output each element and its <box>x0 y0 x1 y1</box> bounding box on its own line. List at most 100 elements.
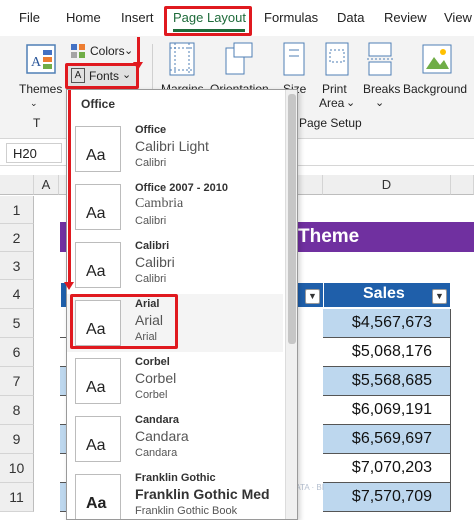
select-all-corner[interactable] <box>0 175 34 195</box>
font-option-name: Candara <box>135 414 180 426</box>
font-preview-thumbnail: Aa <box>75 242 121 288</box>
background-icon <box>422 44 452 74</box>
colors-label: Colors <box>90 44 125 58</box>
font-option-office[interactable]: Aa Office Calibri Light Calibri <box>67 120 283 178</box>
row-header[interactable]: 8 <box>0 396 34 425</box>
sales-cell[interactable]: $5,568,685 <box>323 367 451 396</box>
sales-cell[interactable]: $7,570,709 <box>323 483 451 512</box>
row-header[interactable]: 6 <box>0 338 34 367</box>
print-label: Print <box>322 82 347 96</box>
font-option-body-font: Candara <box>135 447 178 459</box>
font-option-heading-font: Franklin Gothic Med <box>135 486 270 502</box>
font-option-calibri[interactable]: Aa Calibri Calibri Calibri <box>67 236 283 294</box>
print-area-chevron-icon: ⌄ <box>346 97 356 109</box>
themes-group-label-fragment: T <box>33 116 41 130</box>
svg-text:A: A <box>31 55 42 70</box>
tab-review[interactable]: Review <box>384 10 427 25</box>
breaks-icon <box>367 42 393 76</box>
tab-formulas[interactable]: Formulas <box>264 10 318 25</box>
sales-cell[interactable]: $7,070,203 <box>323 454 451 483</box>
row-header[interactable]: 10 <box>0 454 34 483</box>
page-setup-group-label: Page Setup <box>299 116 362 130</box>
row-header[interactable]: 1 <box>0 196 34 224</box>
column-header-a[interactable]: A <box>34 175 59 195</box>
themes-icon: A <box>26 44 56 74</box>
size-icon <box>283 42 305 76</box>
title-text: Theme <box>298 226 360 247</box>
sales-value: $7,070,203 <box>351 459 432 476</box>
font-option-body-font: Calibri <box>135 215 167 227</box>
annotation-arrowhead-icon <box>64 282 74 290</box>
font-option-name: Corbel <box>135 356 170 368</box>
fonts-highlight-box <box>65 63 139 89</box>
font-option-body-font: Corbel <box>135 389 168 401</box>
font-option-name: Franklin Gothic <box>135 472 216 484</box>
font-preview-thumbnail: Aa <box>75 474 121 519</box>
font-option-name: Office <box>135 124 167 136</box>
column-header-e[interactable] <box>451 175 474 195</box>
sales-cell[interactable]: $6,569,697 <box>323 425 451 454</box>
sales-value: $7,570,709 <box>351 488 432 505</box>
font-option-franklin-gothic[interactable]: Aa Franklin Gothic Franklin Gothic Med F… <box>67 468 283 519</box>
row-header[interactable]: 2 <box>0 224 34 252</box>
tab-data[interactable]: Data <box>337 10 364 25</box>
font-option-candara[interactable]: Aa Candara Candara Candara <box>67 410 283 468</box>
colors-button[interactable]: Colors ⌄ <box>68 42 134 62</box>
breaks-label: Breaks <box>363 82 401 96</box>
tab-view[interactable]: View <box>444 10 472 25</box>
print-area-icon <box>325 42 349 76</box>
breaks-button[interactable]: Breaks ⌄ <box>360 40 400 112</box>
tab-home[interactable]: Home <box>66 10 101 25</box>
tab-insert[interactable]: Insert <box>121 10 154 25</box>
background-label: Background <box>403 82 468 96</box>
font-option-heading-font: Calibri <box>135 254 175 270</box>
font-option-body-font: Franklin Gothic Book <box>135 505 238 517</box>
area-label: Area <box>319 96 345 110</box>
font-option-name: Calibri <box>135 240 170 252</box>
filter-dropdown-icon[interactable]: ▼ <box>305 289 320 304</box>
row-header[interactable]: 3 <box>0 252 34 280</box>
sales-value: $5,068,176 <box>351 343 432 360</box>
themes-dropdown-icon[interactable]: ⌄ <box>30 98 38 109</box>
font-option-name: Office 2007 - 2010 <box>135 182 228 194</box>
font-option-body-font: Calibri <box>135 273 167 285</box>
font-preview-thumbnail: Aa <box>75 416 121 462</box>
arial-highlight-box <box>70 294 178 349</box>
font-preview-thumbnail: Aa <box>75 358 121 404</box>
sales-cell[interactable]: $5,068,176 <box>323 338 451 367</box>
font-option-corbel[interactable]: Aa Corbel Corbel Corbel <box>67 352 283 410</box>
orientation-icon <box>225 42 253 75</box>
sales-value: $6,569,697 <box>351 430 432 447</box>
row-header[interactable]: 4 <box>0 280 34 309</box>
print-area-button[interactable]: Print Area ⌄ <box>316 40 358 112</box>
sales-cell[interactable]: $6,069,191 <box>323 396 451 425</box>
scrollbar-thumb[interactable] <box>288 94 296 344</box>
panel-section-heading: Office <box>81 97 116 111</box>
font-preview-thumbnail: Aa <box>75 184 121 230</box>
sales-value: $6,069,191 <box>351 401 432 418</box>
sales-header-text: Sales <box>363 285 405 302</box>
font-option-body-font: Calibri <box>135 157 167 169</box>
row-header[interactable]: 11 <box>0 483 34 512</box>
column-header-d[interactable]: D <box>323 175 451 195</box>
font-option-office-2007-2010[interactable]: Aa Office 2007 - 2010 Cambria Calibri <box>67 178 283 236</box>
page-layout-highlight-box <box>164 6 252 36</box>
filter-dropdown-icon[interactable]: ▼ <box>432 289 447 304</box>
background-button[interactable]: Background <box>402 40 474 110</box>
panel-scrollbar[interactable] <box>285 90 297 519</box>
row-header[interactable]: 9 <box>0 425 34 454</box>
font-preview-thumbnail: Aa <box>75 126 121 172</box>
name-box[interactable]: H20 <box>6 143 62 163</box>
font-option-heading-font: Calibri Light <box>135 138 209 154</box>
row-header[interactable]: 7 <box>0 367 34 396</box>
font-option-heading-font: Candara <box>135 428 189 444</box>
colors-chevron-icon: ⌄ <box>124 45 134 57</box>
annotation-arrow-line <box>137 37 140 64</box>
tab-file[interactable]: File <box>19 10 40 25</box>
breaks-chevron-icon: ⌄ <box>375 97 385 109</box>
sales-cell[interactable]: $4,567,673 <box>323 309 451 338</box>
row-header[interactable]: 5 <box>0 309 34 338</box>
colors-icon <box>71 44 85 58</box>
themes-button[interactable]: A Themes <box>14 40 68 100</box>
sales-value: $4,567,673 <box>351 314 432 331</box>
